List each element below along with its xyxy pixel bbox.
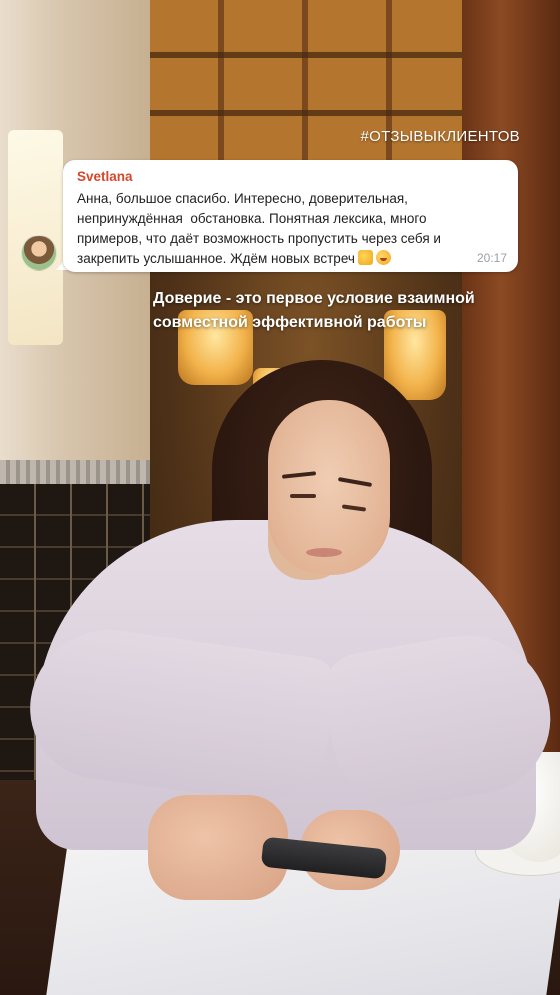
background-photo (0, 0, 560, 995)
review-message-bubble: Svetlana Анна, большое спасибо. Интересн… (63, 160, 518, 272)
lips (306, 548, 342, 557)
message-text: Анна, большое спасибо. Интересно, довери… (77, 189, 505, 271)
left-eye (290, 494, 316, 498)
sender-name: Svetlana (77, 169, 133, 184)
sender-avatar (21, 235, 57, 271)
smiling-face-emoji-icon (375, 250, 391, 265)
message-line-text: закрепить услышанное. Ждём новых встреч (77, 251, 355, 266)
message-time: 20:17 (476, 251, 507, 265)
wall-frieze (0, 460, 150, 484)
message-line: непринуждённая обстановка. Понятная лекс… (77, 211, 427, 226)
story-caption: Доверие - это первое условие взаимной со… (153, 287, 553, 335)
thumbs-up-emoji-icon (357, 250, 373, 265)
caption-line-2: совместной эффективной работы (153, 314, 427, 331)
caption-line-1: Доверие - это первое условие взаимной (153, 290, 475, 307)
message-line: Анна, большое спасибо. Интересно, довери… (77, 191, 408, 206)
hashtag-label[interactable]: #ОТЗЫВЫКЛИЕНТОВ (0, 128, 520, 145)
message-line: примеров, что даёт возможность пропустит… (77, 231, 441, 246)
message-line-last: закрепить услышанное. Ждём новых встреч (77, 249, 505, 271)
